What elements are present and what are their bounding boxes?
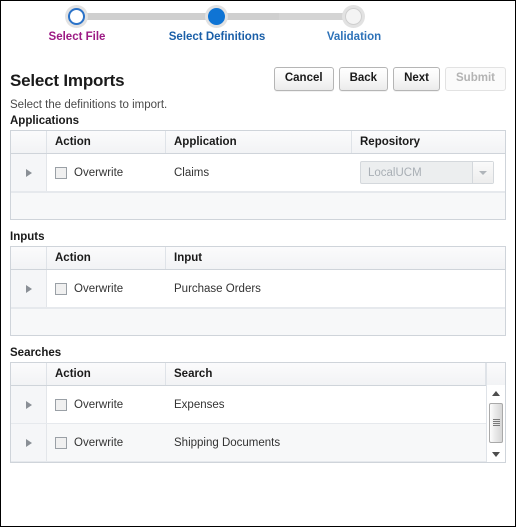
scroll-up-button[interactable] — [487, 385, 505, 401]
column-header-application[interactable]: Application — [166, 131, 352, 153]
row-expand-cell[interactable] — [11, 386, 47, 423]
train-track-completed — [79, 13, 279, 20]
row-expand-cell[interactable] — [11, 424, 47, 461]
column-header-action[interactable]: Action — [47, 131, 166, 153]
expand-triangle-icon[interactable] — [25, 284, 32, 293]
column-header-scroll-gap — [486, 363, 505, 385]
column-header-search[interactable]: Search — [166, 363, 486, 385]
page-header: Select Imports Select the definitions to… — [1, 63, 515, 115]
row-action-cell: Overwrite — [47, 386, 166, 423]
applications-table-filler — [11, 192, 505, 219]
train-node-validation[interactable] — [342, 5, 365, 28]
row-expand-cell[interactable] — [11, 270, 47, 307]
row-application-cell: Claims — [174, 166, 210, 179]
searches-section: Searches Action Search Overwrite Expense… — [1, 347, 515, 463]
searches-section-title: Searches — [10, 347, 62, 359]
train-node-select-definitions[interactable] — [205, 5, 228, 28]
chevron-down-icon — [479, 170, 487, 175]
page-subtitle: Select the definitions to import. — [10, 99, 168, 111]
column-header-repository[interactable]: Repository — [352, 131, 505, 153]
scroll-down-button[interactable] — [487, 446, 505, 462]
column-header-expand — [11, 363, 47, 385]
table-row[interactable]: Overwrite Purchase Orders — [11, 270, 505, 308]
column-header-expand — [11, 247, 47, 269]
applications-table-header: Action Application Repository — [11, 131, 505, 154]
row-action-cell: Overwrite — [47, 154, 166, 191]
row-action-cell: Overwrite — [47, 270, 166, 307]
train-label-validation[interactable]: Validation — [278, 31, 430, 43]
triangle-down-icon — [492, 451, 500, 457]
inputs-section-title: Inputs — [10, 231, 45, 243]
inputs-table-header: Action Input — [11, 247, 505, 270]
wizard-train: Select File Select Definitions Validatio… — [1, 1, 515, 63]
expand-triangle-icon[interactable] — [25, 438, 32, 447]
expand-triangle-icon[interactable] — [25, 168, 32, 177]
train-node-circle-icon — [345, 8, 362, 25]
overwrite-label[interactable]: Overwrite — [74, 167, 123, 179]
searches-vertical-scrollbar[interactable] — [486, 385, 505, 462]
column-header-action[interactable]: Action — [47, 247, 166, 269]
overwrite-checkbox[interactable] — [55, 166, 67, 179]
train-label-select-definitions[interactable]: Select Definitions — [141, 31, 293, 43]
cancel-button[interactable]: Cancel — [273, 67, 334, 91]
table-row[interactable]: Overwrite Expenses — [11, 386, 505, 424]
applications-section-title: Applications — [10, 115, 80, 127]
repository-select-toggle[interactable] — [472, 162, 493, 183]
overwrite-label[interactable]: Overwrite — [74, 437, 123, 449]
searches-table-header: Action Search — [11, 363, 505, 386]
scrollbar-thumb[interactable] — [488, 403, 503, 443]
applications-table: Action Application Repository Overwrite … — [10, 130, 506, 220]
table-row[interactable]: Overwrite Shipping Documents — [11, 424, 505, 462]
inputs-table: Action Input Overwrite Purchase Orders — [10, 246, 506, 336]
train-node-circle-icon — [68, 8, 85, 25]
overwrite-checkbox[interactable] — [55, 398, 67, 411]
scrollbar-grip-icon — [492, 419, 500, 426]
row-expand-cell[interactable] — [11, 154, 47, 191]
table-row[interactable]: Overwrite Claims LocalUCM — [11, 154, 505, 192]
repository-select[interactable]: LocalUCM — [360, 161, 494, 184]
row-input-cell: Purchase Orders — [174, 282, 261, 295]
overwrite-label[interactable]: Overwrite — [74, 399, 123, 411]
expand-triangle-icon[interactable] — [25, 400, 32, 409]
applications-section: Applications Action Application Reposito… — [1, 115, 515, 220]
overwrite-checkbox[interactable] — [55, 436, 67, 449]
column-header-input[interactable]: Input — [166, 247, 505, 269]
triangle-up-icon — [492, 390, 500, 396]
import-wizard-page: Select File Select Definitions Validatio… — [0, 0, 516, 527]
next-button[interactable]: Next — [393, 67, 441, 91]
train-label-select-file[interactable]: Select File — [1, 31, 153, 43]
train-node-circle-icon — [208, 8, 225, 25]
overwrite-checkbox[interactable] — [55, 282, 67, 295]
train-node-select-file[interactable] — [65, 5, 88, 28]
column-header-action[interactable]: Action — [47, 363, 166, 385]
page-title: Select Imports — [10, 71, 125, 90]
inputs-section: Inputs Action Input Overwrite Purchase O… — [1, 231, 515, 336]
row-search-cell: Shipping Documents — [174, 436, 281, 449]
row-search-cell: Expenses — [174, 398, 225, 411]
back-button[interactable]: Back — [338, 67, 389, 91]
inputs-table-filler — [11, 308, 505, 335]
row-repository-cell: LocalUCM — [352, 154, 505, 191]
submit-button: Submit — [445, 67, 506, 91]
column-header-expand — [11, 131, 47, 153]
row-action-cell: Overwrite — [47, 424, 166, 461]
overwrite-label[interactable]: Overwrite — [74, 283, 123, 295]
searches-table: Action Search Overwrite Expenses Overwri… — [10, 362, 506, 463]
scrollbar-track[interactable] — [487, 401, 505, 446]
repository-select-value: LocalUCM — [368, 166, 422, 179]
wizard-button-bar: Cancel Back Next Submit — [273, 67, 506, 91]
